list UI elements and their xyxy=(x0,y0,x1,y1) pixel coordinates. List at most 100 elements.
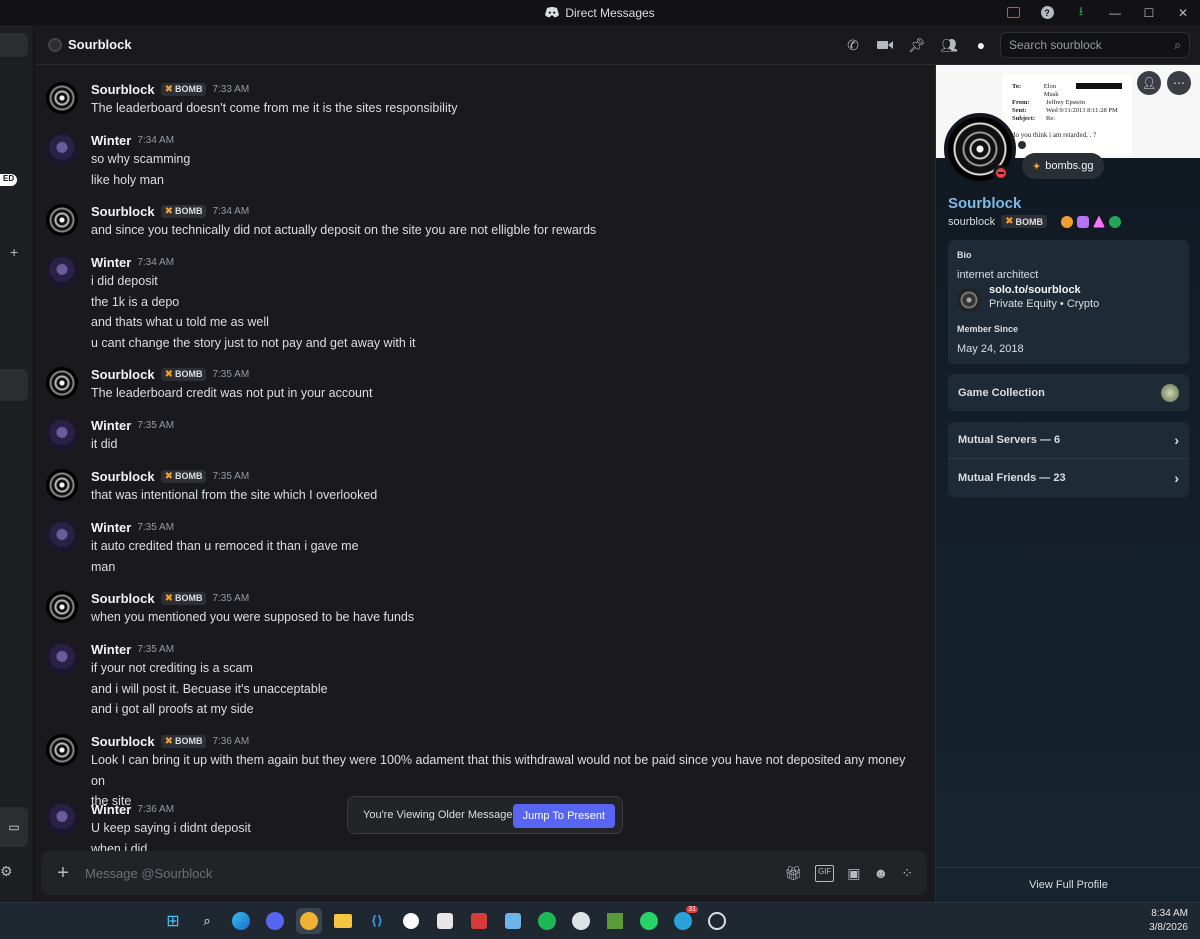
message-text: and thats what u told me as well xyxy=(91,315,269,329)
minimize-icon[interactable]: — xyxy=(1098,0,1132,25)
window-title: Direct Messages xyxy=(545,6,655,20)
avatar[interactable] xyxy=(46,367,78,399)
author-name[interactable]: Winter xyxy=(91,255,131,270)
message-group[interactable]: Sourblock ✖ BOMB 7:35 AM when you mentioned … xyxy=(46,589,916,628)
gift-icon[interactable]: 🎁︎ xyxy=(784,865,802,882)
video-call-icon[interactable] xyxy=(874,34,896,56)
avatar[interactable] xyxy=(46,82,78,114)
avatar[interactable] xyxy=(46,255,78,287)
message-group[interactable]: Winter 7:35 AM if your not crediting is a … xyxy=(46,640,916,720)
taskbar-search-icon[interactable]: ⌕ xyxy=(194,908,220,934)
email-from-value: Jeffrey Epstein xyxy=(1046,99,1086,106)
avatar[interactable] xyxy=(46,734,78,766)
file-explorer-icon[interactable] xyxy=(330,908,356,934)
game-collection-button[interactable]: Game Collection xyxy=(948,374,1189,411)
discord-taskbar-icon[interactable] xyxy=(262,908,288,934)
app-red-icon[interactable] xyxy=(466,908,492,934)
app-white-circle-icon[interactable] xyxy=(398,908,424,934)
telegram-icon[interactable]: 31 xyxy=(670,906,698,934)
app-dark-icon[interactable] xyxy=(432,908,458,934)
add-friend-icon[interactable]: 👤︎ xyxy=(1137,71,1161,95)
avatar[interactable] xyxy=(46,591,78,623)
start-menu-icon[interactable]: ⊞ xyxy=(160,908,186,934)
author-name[interactable]: Winter xyxy=(91,418,131,433)
more-options-icon[interactable]: ⋯ xyxy=(1167,71,1191,95)
avatar[interactable] xyxy=(46,520,78,552)
maximize-icon[interactable]: ☐ xyxy=(1132,0,1166,25)
message-composer[interactable]: + Message @Sourblock 🎁︎ GIF ▣ ☻ ⁘ xyxy=(41,851,927,895)
avatar[interactable] xyxy=(46,802,78,834)
whatsapp-icon[interactable] xyxy=(636,908,662,934)
avatar[interactable] xyxy=(46,469,78,501)
hypesquad-badge-icon xyxy=(1060,215,1073,228)
add-friends-to-dm-icon[interactable]: 👥︎ xyxy=(938,34,960,56)
avatar[interactable] xyxy=(46,642,78,674)
voice-call-icon[interactable]: ✆ xyxy=(842,34,864,56)
bio-link-subtitle: Private Equity • Crypto xyxy=(989,298,1100,310)
message-input[interactable]: Message @Sourblock xyxy=(85,866,784,881)
server-tag[interactable]: ✖ BOMB xyxy=(160,469,207,483)
mutual-friends-button[interactable]: Mutual Friends — 23 › xyxy=(948,459,1189,496)
download-icon[interactable]: ⭳ xyxy=(1064,0,1098,25)
server-tag[interactable]: ✖ BOMB xyxy=(160,82,207,96)
server-tag[interactable]: ✖ BOMB xyxy=(160,367,207,381)
message-group[interactable]: Sourblock ✖ BOMB 7:34 AM and since you techn… xyxy=(46,202,916,241)
author-name[interactable]: Sourblock xyxy=(91,367,155,382)
system-clock[interactable]: 8:34 AM 3/8/2026 xyxy=(1149,907,1188,935)
help-icon[interactable]: ? xyxy=(1030,0,1064,25)
attach-plus-icon[interactable]: + xyxy=(41,862,85,885)
author-name[interactable]: Winter xyxy=(91,133,131,148)
gif-icon[interactable]: GIF xyxy=(814,864,835,882)
close-icon[interactable]: ✕ xyxy=(1166,0,1200,25)
avatar[interactable] xyxy=(46,204,78,236)
discord-ptb-taskbar-icon[interactable] xyxy=(296,908,322,934)
message-group[interactable]: Sourblock ✖ BOMB 7:33 AM The leaderboard doe… xyxy=(46,80,916,119)
author-name[interactable]: Sourblock xyxy=(91,734,155,749)
message-group[interactable]: Winter 7:35 AM it auto credited than u rem… xyxy=(46,518,916,577)
spotify-icon[interactable] xyxy=(534,908,560,934)
message-group[interactable]: Winter 7:34 AM so why scamming like holy ma… xyxy=(46,131,916,190)
message-list[interactable]: Sourblock ✖ BOMB 7:33 AM The leaderboard doe… xyxy=(36,66,934,856)
server-tag[interactable]: ✖ BOMB xyxy=(160,591,207,605)
pin-icon[interactable]: 📌︎ xyxy=(906,34,928,56)
screen-share-icon[interactable] xyxy=(996,0,1030,25)
server-tag[interactable]: ✖ BOMB xyxy=(160,204,207,218)
steam-icon[interactable] xyxy=(568,908,594,934)
obs-icon[interactable] xyxy=(704,908,730,934)
author-name[interactable]: Sourblock xyxy=(91,82,155,97)
edge-browser-icon[interactable] xyxy=(228,908,254,934)
apps-icon[interactable]: ⁘ xyxy=(901,865,913,882)
mutual-servers-button[interactable]: Mutual Servers — 6 › xyxy=(948,422,1189,459)
bio-link[interactable]: solo.to/sourblock xyxy=(989,284,1099,296)
minecraft-icon[interactable] xyxy=(602,908,628,934)
view-full-profile-link[interactable]: View Full Profile xyxy=(936,867,1200,902)
jump-to-present-button[interactable]: Jump To Present xyxy=(512,804,615,828)
avatar[interactable] xyxy=(46,133,78,165)
add-dm-icon[interactable]: + xyxy=(10,244,18,260)
bio-label: Bio xyxy=(957,250,972,260)
author-name[interactable]: Winter xyxy=(91,642,131,657)
channel-list-item[interactable] xyxy=(0,33,28,57)
emoji-icon[interactable]: ☻ xyxy=(874,865,889,882)
author-name[interactable]: Winter xyxy=(91,520,131,535)
selected-dm-item[interactable] xyxy=(0,369,28,401)
server-tag[interactable]: ✖ BOMB xyxy=(160,734,207,748)
message-group[interactable]: Winter 7:35 AM it did xyxy=(46,416,916,455)
message-group[interactable]: Sourblock ✖ BOMB 7:35 AM The leaderboard cre… xyxy=(46,365,916,404)
user-profile-toggle-icon[interactable]: ● xyxy=(970,34,992,56)
vscode-icon[interactable]: ⟨⟩ xyxy=(364,908,390,934)
author-name[interactable]: Sourblock xyxy=(91,591,155,606)
dm-title[interactable]: Sourblock xyxy=(48,37,132,52)
author-name[interactable]: Sourblock xyxy=(91,204,155,219)
server-tag-text: BOMB xyxy=(174,593,203,603)
message-group[interactable]: Winter 7:34 AM i did deposit the 1k is a de… xyxy=(46,253,916,353)
author-name[interactable]: Sourblock xyxy=(91,469,155,484)
voice-settings-icon[interactable]: ▭ xyxy=(0,807,28,847)
settings-gear-icon[interactable]: ⚙ xyxy=(0,863,13,880)
avatar[interactable] xyxy=(46,418,78,450)
app-blue-icon[interactable] xyxy=(500,908,526,934)
sticker-icon[interactable]: ▣ xyxy=(847,865,860,882)
message-group[interactable]: Sourblock ✖ BOMB 7:35 AM that was intentiona… xyxy=(46,467,916,506)
search-input[interactable]: Search sourblock ⌕ xyxy=(1000,32,1190,58)
author-name[interactable]: Winter xyxy=(91,802,131,817)
